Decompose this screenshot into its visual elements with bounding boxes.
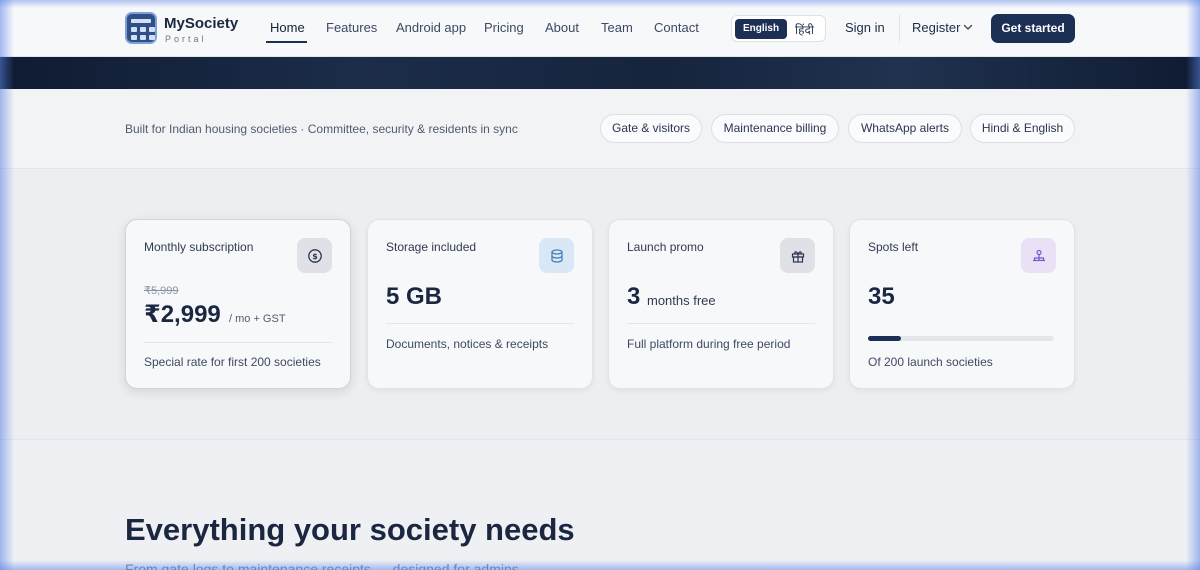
language-toggle: English हिंदी — [731, 15, 826, 42]
nav-android-app[interactable]: Android app — [396, 20, 466, 35]
spots-progress-fill — [868, 336, 901, 341]
nav-features[interactable]: Features — [326, 20, 377, 35]
storage-value: 5 GB — [386, 283, 443, 310]
users-network-icon — [1021, 238, 1056, 273]
register-dropdown[interactable]: Register — [899, 14, 983, 43]
nav-contact[interactable]: Contact — [654, 20, 699, 35]
nav-home[interactable]: Home — [270, 20, 305, 35]
nav-active-indicator — [266, 41, 307, 43]
card-note: Special rate for first 200 societies — [144, 355, 321, 369]
promo-value: 3 — [627, 283, 641, 310]
top-navbar: MySociety Portal Home Features Android a… — [0, 0, 1200, 57]
hero-banner-strip — [0, 57, 1200, 89]
brand-subtitle: Portal — [165, 34, 207, 44]
chevron-down-icon — [963, 24, 973, 30]
price-value: ₹2,999 — [144, 301, 221, 328]
card-divider — [627, 323, 815, 324]
old-price: ₹5,999 — [144, 285, 179, 297]
gift-icon — [780, 238, 815, 273]
spots-value: 35 — [868, 283, 895, 310]
card-title: Monthly subscription — [144, 240, 254, 254]
building-logo-icon[interactable] — [125, 12, 157, 44]
tagline: Built for Indian housing societies · Com… — [125, 122, 518, 136]
card-divider — [144, 342, 332, 343]
chip-hindi-english[interactable]: Hindi & English — [970, 114, 1075, 143]
language-hindi-button[interactable]: हिंदी — [795, 21, 814, 38]
info-band: Built for Indian housing societies · Com… — [0, 89, 1200, 169]
card-divider — [386, 323, 574, 324]
stats-section: Monthly subscription $ ₹5,999 ₹2,999 / m… — [0, 170, 1200, 440]
get-started-button[interactable]: Get started — [991, 14, 1075, 43]
promo-card[interactable]: Launch promo 3 months free Full platform… — [608, 219, 834, 389]
nav-about[interactable]: About — [545, 20, 579, 35]
language-english-button[interactable]: English — [735, 19, 787, 39]
storage-card[interactable]: Storage included 5 GB Documents, notices… — [367, 219, 593, 389]
nav-team[interactable]: Team — [601, 20, 633, 35]
dollar-circle-icon: $ — [297, 238, 332, 273]
card-title: Launch promo — [627, 240, 704, 254]
subscription-card[interactable]: Monthly subscription $ ₹5,999 ₹2,999 / m… — [125, 219, 351, 389]
card-note: Full platform during free period — [627, 337, 791, 351]
card-note: Of 200 launch societies — [868, 355, 993, 369]
chip-gate-visitors[interactable]: Gate & visitors — [600, 114, 702, 143]
svg-text:$: $ — [312, 252, 318, 261]
promo-unit: months free — [647, 293, 716, 308]
chip-whatsapp-alerts[interactable]: WhatsApp alerts — [848, 114, 962, 143]
card-title: Spots left — [868, 240, 919, 254]
brand-name[interactable]: MySociety — [164, 15, 238, 32]
chip-maintenance-billing[interactable]: Maintenance billing — [711, 114, 839, 143]
card-note: Documents, notices & receipts — [386, 337, 549, 351]
database-icon — [539, 238, 574, 273]
nav-pricing[interactable]: Pricing — [484, 20, 524, 35]
register-label: Register — [912, 20, 961, 35]
spots-card[interactable]: Spots left 35 Of 200 launch societies — [849, 219, 1075, 389]
section-subtitle: From gate logs to maintenance receipts —… — [125, 561, 519, 570]
price-unit: / mo + GST — [229, 313, 286, 325]
spots-progress-bar — [868, 336, 1054, 341]
sign-in-link[interactable]: Sign in — [845, 20, 885, 35]
section-title: Everything your society needs — [125, 512, 575, 547]
card-title: Storage included — [386, 240, 477, 254]
